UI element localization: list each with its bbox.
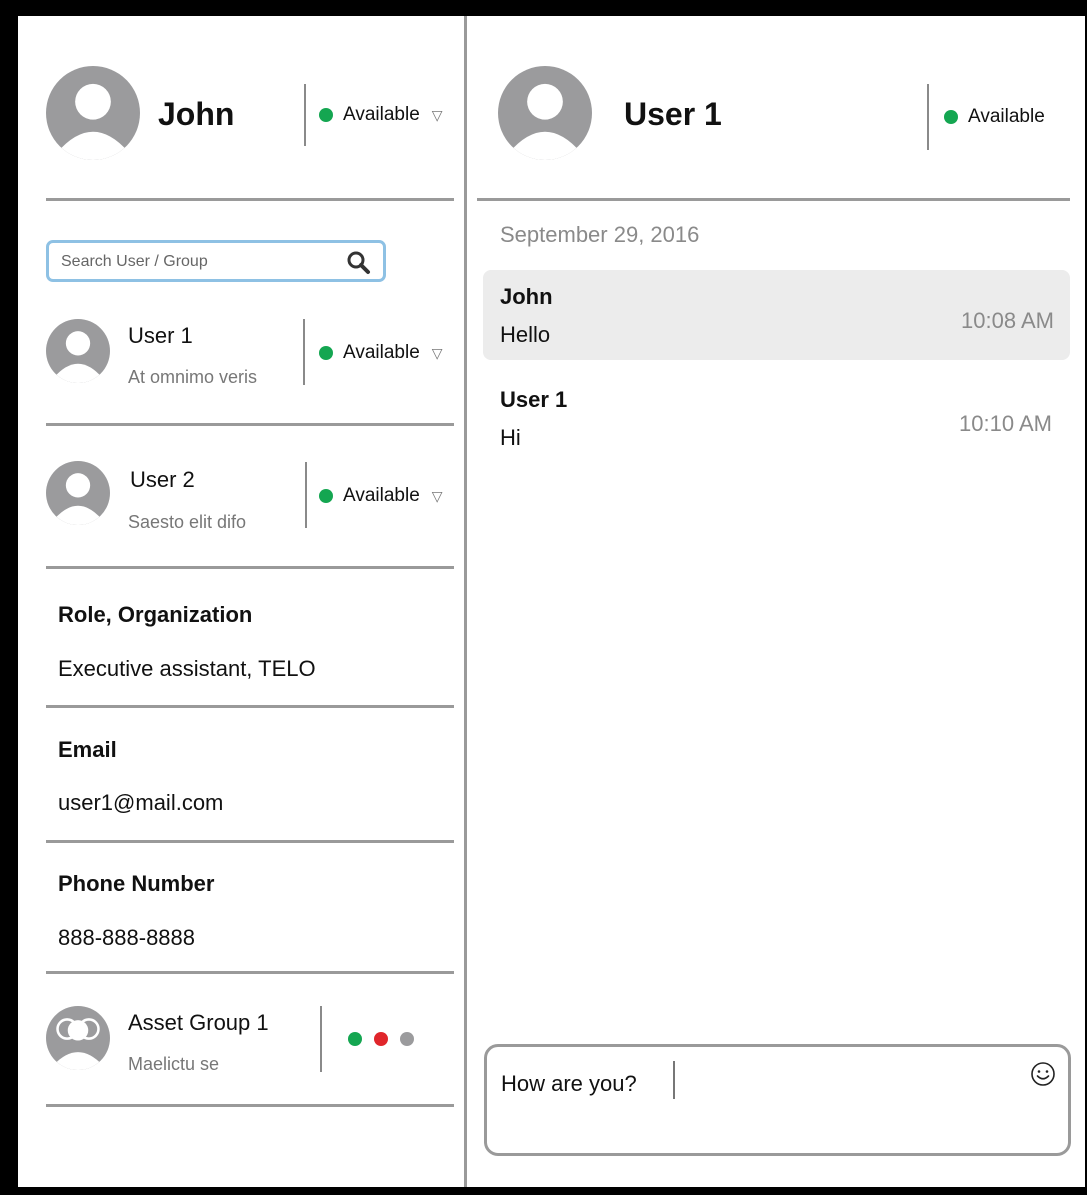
group-subtitle: Maelictu se	[128, 1054, 220, 1074]
message-sender: User 1	[500, 387, 568, 412]
role-label: Role, Organization	[58, 602, 253, 627]
message-sender: John	[500, 284, 553, 309]
email-value: user1@mail.com	[58, 790, 224, 815]
search-icon[interactable]	[345, 249, 371, 275]
user-avatar-icon	[46, 319, 110, 383]
divider	[477, 198, 1070, 201]
smiley-icon[interactable]	[1030, 1061, 1056, 1087]
chat-partner-avatar-icon[interactable]	[498, 66, 592, 160]
message-item[interactable]: John Hello 10:08 AM	[483, 270, 1070, 360]
contact-separator	[303, 319, 305, 385]
search-box	[46, 240, 386, 282]
message-composer	[484, 1044, 1071, 1156]
triangle-down-icon: ▽	[431, 106, 443, 123]
divider	[46, 840, 454, 843]
status-dot-icon	[374, 1032, 388, 1046]
conversation-date: September 29, 2016	[500, 222, 700, 247]
chat-panel: User 1 Available September 29, 2016 John…	[467, 16, 1085, 1187]
current-user-avatar-icon[interactable]	[46, 66, 140, 160]
contact-status-label: Available	[343, 485, 420, 506]
contact-subtitle: At omnimo veris	[128, 367, 258, 387]
contact-status-dropdown[interactable]: Available ▽	[319, 485, 443, 507]
current-user-status-label: Available	[343, 104, 420, 125]
current-user-status-dropdown[interactable]: Available ▽	[319, 104, 443, 126]
divider	[46, 1104, 454, 1107]
contact-status-dropdown[interactable]: Available ▽	[319, 342, 443, 364]
current-user-name: John	[158, 96, 235, 132]
divider	[46, 566, 454, 569]
status-dot-icon	[319, 489, 333, 503]
status-dot-icon	[319, 346, 333, 360]
message-input[interactable]	[501, 1067, 981, 1101]
header-separator	[927, 84, 929, 150]
triangle-down-icon: ▽	[431, 487, 443, 504]
message-time: 10:10 AM	[959, 411, 1052, 436]
contact-name: User 1	[128, 323, 193, 348]
triangle-down-icon: ▽	[431, 344, 443, 361]
message-text: Hi	[500, 425, 521, 450]
app-window: John Available ▽ User 1 At omnimo veris	[18, 16, 1085, 1187]
group-status-dots	[348, 1032, 414, 1046]
group-avatar-icon	[46, 1006, 110, 1070]
divider	[46, 971, 454, 974]
search-input[interactable]	[61, 252, 331, 272]
phone-value: 888-888-8888	[58, 925, 196, 950]
group-separator	[320, 1006, 322, 1072]
divider	[46, 705, 454, 708]
contact-name: User 2	[130, 467, 195, 492]
message-time: 10:08 AM	[961, 308, 1054, 333]
role-value: Executive assistant, TELO	[58, 656, 316, 681]
contact-subtitle: Saesto elit difo	[128, 512, 247, 532]
message-item[interactable]: User 1 Hi 10:10 AM	[483, 373, 1070, 463]
user-avatar-icon	[46, 461, 110, 525]
contact-status-label: Available	[343, 342, 420, 363]
status-dot-icon	[944, 110, 958, 124]
divider	[46, 423, 454, 426]
text-cursor	[673, 1061, 675, 1099]
left-panel: John Available ▽ User 1 At omnimo veris	[18, 16, 464, 1187]
contact-separator	[305, 462, 307, 528]
chat-partner-status-label: Available	[968, 106, 1045, 127]
status-dot-icon	[400, 1032, 414, 1046]
chat-partner-status: Available	[944, 106, 1045, 128]
status-dot-icon	[319, 108, 333, 122]
chat-partner-name: User 1	[624, 96, 722, 132]
header-separator	[304, 84, 306, 146]
status-dot-icon	[348, 1032, 362, 1046]
group-name: Asset Group 1	[128, 1010, 269, 1035]
email-label: Email	[58, 737, 117, 762]
message-text: Hello	[500, 322, 551, 347]
divider	[46, 198, 454, 201]
phone-label: Phone Number	[58, 871, 215, 896]
